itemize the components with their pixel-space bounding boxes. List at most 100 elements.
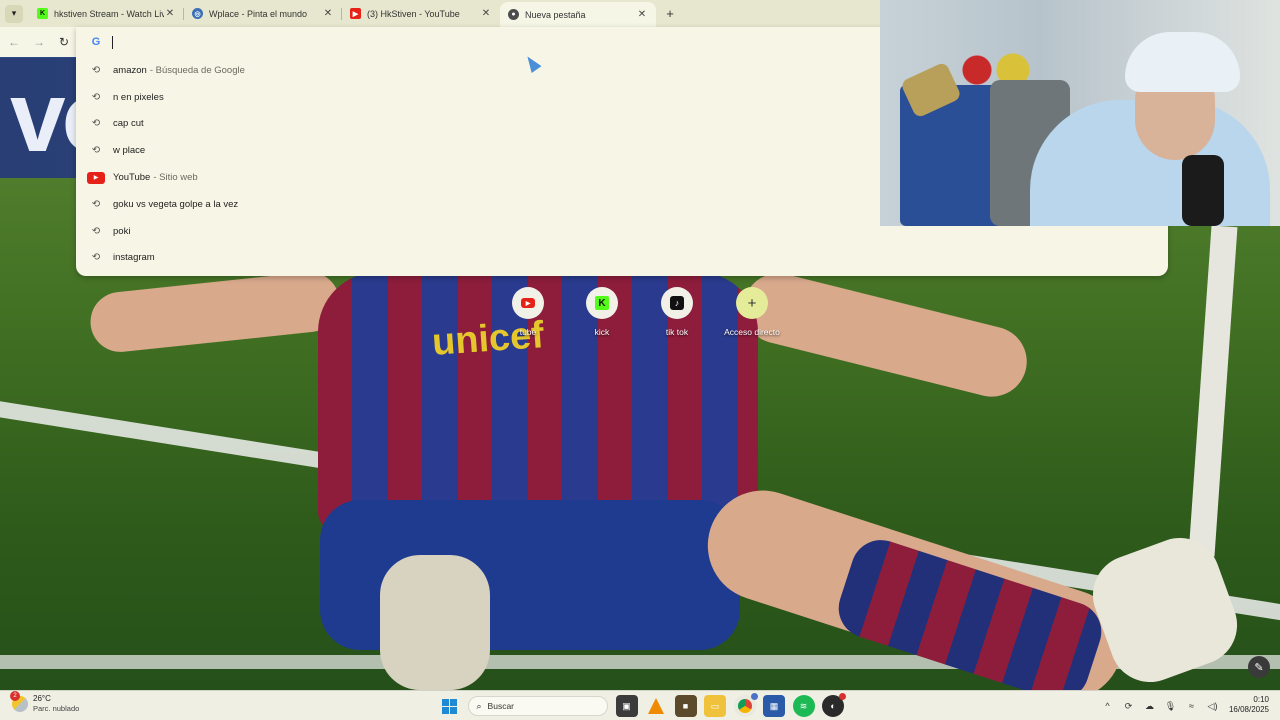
file-explorer-icon[interactable]: ▭ [704, 695, 726, 717]
suggestion-text: w place [113, 145, 146, 157]
spotify-icon[interactable]: ≋ [792, 695, 815, 717]
webcam-overlay [880, 0, 1280, 226]
start-button[interactable] [438, 695, 460, 717]
history-icon: ⟲ [91, 91, 101, 103]
history-icon: ⟲ [91, 118, 101, 130]
shortcut-label: tik tok [665, 327, 689, 337]
kick-icon: K [595, 296, 609, 310]
forward-button[interactable]: → [28, 31, 50, 53]
tab-youtube[interactable]: ▶ (3) HkStiven - YouTube ✕ [342, 0, 500, 27]
tab-title: Nueva pestaña [525, 9, 586, 20]
taskbar-search[interactable]: ⌕ Buscar [467, 696, 608, 716]
taskbar: 2 26°C Parc. nublado ⌕ Buscar ▣ ■ ▭ ▦ ≋ … [0, 690, 1280, 720]
shortcut-youtube[interactable]: ▶ tube [493, 287, 563, 337]
suggestion-text: amazon [113, 64, 147, 76]
cloud-off-icon[interactable]: ☁ [1142, 699, 1157, 714]
tab-kick[interactable]: K hkstiven Stream - Watch Live o ✕ [29, 0, 184, 27]
shortcut-label: Acceso directo [724, 327, 780, 337]
sync-icon[interactable]: ⟳ [1121, 699, 1136, 714]
close-icon[interactable]: ✕ [480, 8, 492, 19]
shortcut-icon-circle: K [586, 287, 618, 319]
player-arm-left [87, 269, 343, 355]
system-clock[interactable]: 0:10 16/08/2025 [1225, 695, 1269, 715]
profile-badge [750, 693, 758, 700]
suggestion-text: goku vs vegeta golpe a la vez [113, 198, 239, 210]
chrome-icon: ● [508, 9, 519, 20]
close-icon[interactable]: ✕ [636, 9, 648, 20]
youtube-icon: ▶ [350, 8, 361, 19]
webcam-cap [1125, 32, 1240, 92]
tab-title: hkstiven Stream - Watch Live o [54, 8, 164, 19]
corner-flag-post [1188, 225, 1238, 557]
suggestion-desc: - Búsqueda de Google [149, 64, 245, 76]
tab-search-button[interactable]: ▾ [5, 4, 23, 23]
tab-title: (3) HkStiven - YouTube [367, 8, 460, 19]
weather-icon: 2 [10, 691, 28, 712]
suggestion-text: YouTube [113, 172, 151, 184]
shortcut-add[interactable]: + Acceso directo [717, 287, 787, 337]
clock-date: 16/08/2025 [1228, 705, 1269, 714]
youtube-icon: ▶ [521, 298, 535, 308]
reload-button[interactable]: ↻ [53, 31, 75, 53]
tab-new-tab[interactable]: ● Nueva pestaña ✕ [500, 2, 656, 27]
minecraft-icon[interactable]: ■ [674, 695, 697, 717]
google-icon: G [91, 36, 101, 48]
task-view-icon[interactable]: ▣ [615, 695, 638, 717]
kick-icon: K [37, 8, 48, 19]
reload-icon: ↻ [58, 35, 70, 49]
windows-icon [441, 698, 457, 714]
shortcut-kick[interactable]: K kick [567, 287, 637, 337]
weather-widget[interactable]: 2 26°C Parc. nublado [10, 691, 80, 714]
notification-dot [839, 693, 846, 700]
history-icon: ⟲ [91, 198, 101, 210]
player-boot-left [380, 555, 490, 690]
weather-temp: 26°C [33, 694, 51, 703]
close-icon[interactable]: ✕ [164, 8, 176, 19]
microsoft-store-icon[interactable]: ▦ [763, 695, 785, 717]
arrow-right-icon: → [33, 35, 45, 49]
chevron-up-icon[interactable]: ^ [1100, 699, 1115, 714]
shortcut-label: tube [519, 327, 537, 337]
microphone-icon[interactable]: 🎙 [1163, 699, 1178, 714]
tab-strip: ▾ K hkstiven Stream - Watch Live o ✕ ◎ W… [0, 0, 880, 27]
tab-wplace[interactable]: ◎ Wplace - Pinta el mundo ✕ [184, 0, 342, 27]
new-tab-button[interactable]: + [662, 6, 678, 21]
shortcut-tiktok[interactable]: ♪ tik tok [642, 287, 712, 337]
chrome-icon[interactable] [733, 693, 758, 717]
shortcut-label: kick [594, 327, 610, 337]
shortcut-icon-circle: ♪ [661, 287, 693, 319]
volume-icon[interactable]: ◁) [1205, 699, 1220, 714]
history-icon: ⟲ [91, 225, 101, 237]
shortcut-icon-circle: ▶ [512, 287, 544, 319]
suggestion-text: n en pixeles [113, 91, 164, 103]
customize-pencil-icon[interactable]: ✎ [1248, 656, 1270, 678]
system-tray: ^ ⟳ ☁ 🎙 ≈ ◁) [1100, 695, 1226, 717]
notification-badge: 2 [10, 691, 20, 701]
suggestion-text: cap cut [113, 118, 144, 130]
app-icon[interactable]: ◐ [822, 693, 846, 717]
taskbar-apps: ⌕ Buscar ▣ ■ ▭ ▦ ≋ ◐ [438, 693, 852, 718]
chevron-down-icon: ▾ [11, 8, 17, 18]
arrow-left-icon: ← [8, 35, 20, 49]
history-icon: ⟲ [91, 145, 101, 157]
plus-icon: + [736, 287, 768, 319]
suggestion-text: instagram [113, 252, 155, 264]
back-button[interactable]: ← [3, 31, 25, 53]
tab-title: Wplace - Pinta el mundo [209, 8, 308, 19]
clock-time: 0:10 [1253, 695, 1269, 704]
webcam-microphone [1182, 155, 1224, 226]
suggestion-text: poki [113, 225, 131, 237]
suggestion-item[interactable]: ⟲ instagram [76, 245, 1168, 272]
close-icon[interactable]: ✕ [322, 8, 334, 19]
history-icon: ⟲ [91, 252, 101, 264]
search-icon: ⌕ [476, 700, 482, 711]
plus-icon: + [666, 6, 674, 21]
youtube-icon: ▶ [87, 171, 105, 184]
search-placeholder: Buscar [487, 701, 515, 711]
vlc-icon[interactable] [645, 695, 667, 717]
weather-condition: Parc. nublado [33, 704, 80, 713]
suggestion-desc: - Sitio web [153, 172, 198, 184]
wifi-icon[interactable]: ≈ [1184, 699, 1199, 714]
history-icon: ⟲ [91, 64, 101, 76]
tiktok-icon: ♪ [670, 296, 684, 310]
